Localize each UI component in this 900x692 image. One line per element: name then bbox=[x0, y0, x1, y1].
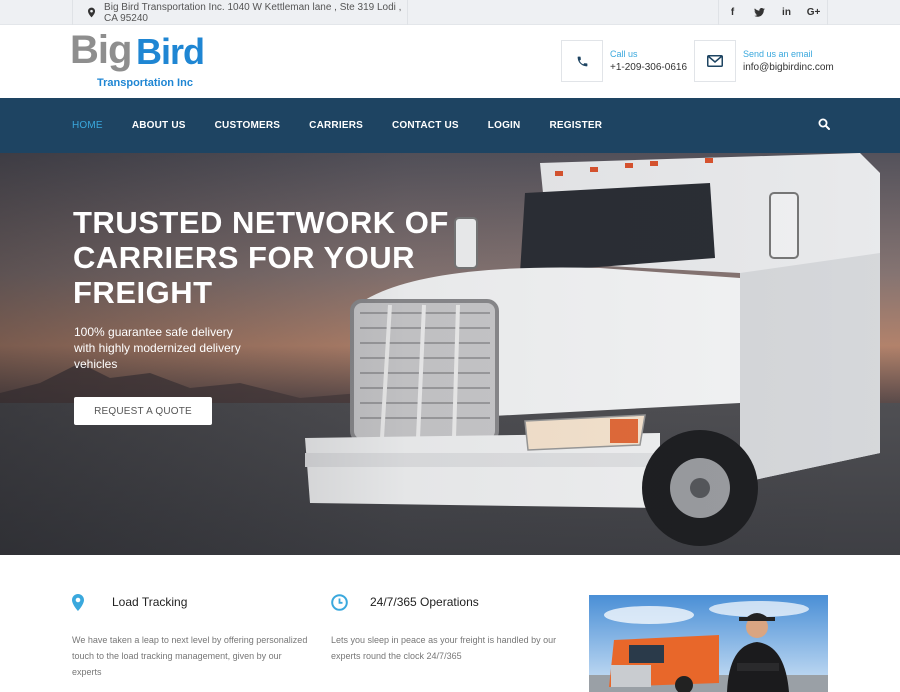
linkedin-icon[interactable]: in bbox=[773, 0, 800, 25]
email-address[interactable]: info@bigbirdinc.com bbox=[743, 61, 834, 75]
phone-icon-box bbox=[561, 40, 603, 82]
page: Big Bird Transportation Inc. 1040 W Kett… bbox=[0, 0, 900, 692]
feature-title: Load Tracking bbox=[112, 595, 188, 609]
nav-item-home[interactable]: HOME bbox=[72, 120, 103, 131]
phone-contact: Call us +1-209-306-0616 bbox=[561, 40, 687, 82]
request-quote-button[interactable]: REQUEST A QUOTE bbox=[74, 397, 212, 425]
logo-word-bird: Bird bbox=[136, 31, 205, 72]
address-text: Big Bird Transportation Inc. 1040 W Kett… bbox=[104, 1, 402, 24]
driver-photo bbox=[589, 595, 828, 692]
logo[interactable]: Big Bird Transportation Inc bbox=[70, 28, 230, 92]
envelope-icon bbox=[707, 55, 723, 67]
address-bar: Big Bird Transportation Inc. 1040 W Kett… bbox=[72, 0, 408, 25]
phone-label: Call us bbox=[610, 49, 638, 59]
phone-number[interactable]: +1-209-306-0616 bbox=[610, 61, 687, 75]
main-nav: HOME ABOUT US CUSTOMERS CARRIERS CONTACT… bbox=[0, 98, 900, 153]
nav-item-contact-us[interactable]: CONTACT US bbox=[392, 120, 459, 131]
logo-word-big: Big bbox=[70, 28, 132, 72]
feature-text: Lets you sleep in peace as your freight … bbox=[331, 635, 557, 661]
nav-item-carriers[interactable]: CARRIERS bbox=[309, 120, 363, 131]
top-bar: Big Bird Transportation Inc. 1040 W Kett… bbox=[0, 0, 900, 25]
nav-item-customers[interactable]: CUSTOMERS bbox=[215, 120, 281, 131]
search-icon[interactable] bbox=[818, 118, 830, 130]
google-plus-icon[interactable]: G+ bbox=[800, 0, 827, 25]
hero-title: TRUSTED NETWORK OF CARRIERS FOR YOUR FRE… bbox=[73, 205, 449, 310]
clock-icon bbox=[331, 594, 348, 611]
facebook-icon[interactable]: f bbox=[719, 0, 746, 25]
social-links: f in G+ bbox=[718, 0, 828, 25]
phone-icon bbox=[577, 56, 587, 66]
email-icon-box bbox=[694, 40, 736, 82]
header: Big Bird Transportation Inc Call us +1-2… bbox=[0, 25, 900, 98]
nav-item-about-us[interactable]: ABOUT US bbox=[132, 120, 186, 131]
hero-banner: TRUSTED NETWORK OF CARRIERS FOR YOUR FRE… bbox=[0, 153, 900, 555]
location-icon bbox=[88, 7, 96, 18]
twitter-icon[interactable] bbox=[746, 0, 773, 25]
map-pin-icon bbox=[72, 594, 84, 611]
feature-title: 24/7/365 Operations bbox=[370, 595, 479, 609]
logo-subtitle: Transportation Inc bbox=[97, 77, 193, 89]
feature-text: We have taken a leap to next level by of… bbox=[72, 635, 308, 677]
email-label: Send us an email bbox=[743, 49, 813, 59]
nav-item-login[interactable]: LOGIN bbox=[488, 120, 521, 131]
email-contact: Send us an email info@bigbirdinc.com bbox=[694, 40, 834, 82]
nav-menu: HOME ABOUT US CUSTOMERS CARRIERS CONTACT… bbox=[72, 98, 631, 153]
hero-subtitle: 100% guarantee safe delivery with highly… bbox=[74, 325, 241, 371]
nav-item-register[interactable]: REGISTER bbox=[549, 120, 602, 131]
